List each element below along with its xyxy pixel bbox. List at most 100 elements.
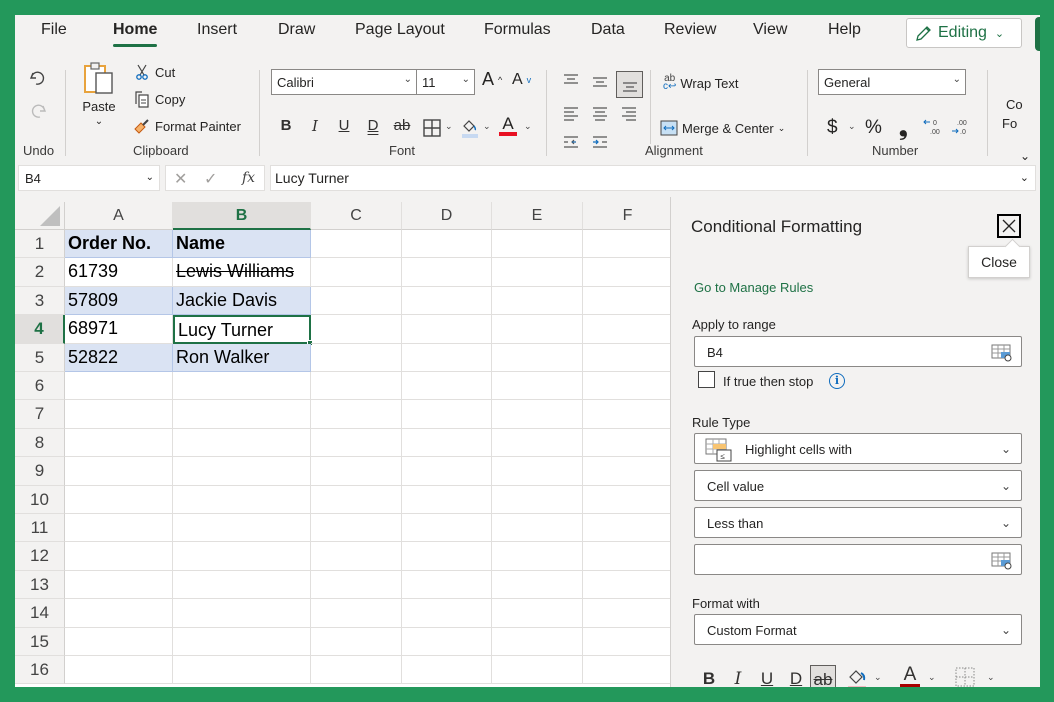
cell-d9[interactable] [402, 457, 492, 486]
row-header-10[interactable]: 10 [15, 485, 65, 514]
cell-b12[interactable] [173, 542, 311, 571]
undo-icon[interactable] [28, 68, 48, 88]
format-with-dropdown[interactable]: Custom Format ⌄ [694, 614, 1022, 645]
cell-a16[interactable] [65, 656, 173, 685]
cell-a9[interactable] [65, 457, 173, 486]
cell-e7[interactable] [492, 400, 583, 429]
editing-mode-button[interactable]: Editing ⌄ [906, 18, 1022, 48]
apply-to-range-input[interactable]: B4 [694, 336, 1022, 367]
chevron-down-icon[interactable]: ⌄ [874, 672, 882, 683]
row-header-11[interactable]: 11 [15, 514, 65, 543]
chevron-down-icon[interactable]: ⌄ [445, 121, 453, 132]
cell-b2[interactable]: Lewis Williams [173, 258, 311, 287]
cell-e10[interactable] [492, 485, 583, 514]
cell-c1[interactable] [311, 230, 402, 259]
cell-f2[interactable] [583, 258, 670, 287]
column-header-b[interactable]: B [173, 202, 311, 230]
format-underline-button[interactable]: U [754, 665, 780, 687]
row-header-7[interactable]: 7 [15, 400, 65, 429]
currency-button[interactable]: $ [827, 117, 838, 139]
rule-value-input[interactable] [694, 544, 1022, 575]
fill-color-icon[interactable] [461, 117, 479, 139]
cell-b8[interactable] [173, 428, 311, 458]
double-underline-button[interactable]: D [362, 117, 384, 134]
decrease-decimal-button[interactable]: .00.0 [951, 118, 973, 136]
wrap-text-button[interactable]: ab c↩ Wrap Text [663, 74, 738, 92]
underline-button[interactable]: U [333, 117, 355, 134]
merge-center-button[interactable]: Merge & Center ⌄ [660, 120, 785, 136]
range-picker-icon[interactable] [991, 552, 1013, 570]
increase-indent-icon[interactable] [592, 135, 608, 149]
cell-c11[interactable] [311, 514, 402, 543]
range-picker-icon[interactable] [991, 344, 1013, 362]
column-header-d[interactable]: D [402, 202, 492, 230]
cell-c14[interactable] [311, 599, 402, 628]
row-header-16[interactable]: 16 [15, 656, 65, 685]
cell-d5[interactable] [402, 343, 492, 372]
chevron-down-icon[interactable]: ⌄ [483, 121, 491, 132]
tab-file[interactable]: File [41, 21, 67, 39]
chevron-down-icon[interactable]: ⌄ [524, 121, 532, 132]
cell-d12[interactable] [402, 542, 492, 571]
cell-f13[interactable] [583, 571, 670, 600]
cell-b13[interactable] [173, 570, 311, 600]
format-as-table-partial-label[interactable]: Fo [1002, 116, 1017, 131]
bold-button[interactable]: B [275, 117, 297, 134]
cell-b16[interactable] [173, 656, 311, 685]
cell-f9[interactable] [583, 457, 670, 486]
cell-e3[interactable] [492, 286, 583, 316]
increase-decimal-button[interactable]: 0.00 [923, 118, 945, 136]
name-box[interactable]: B4 ⌄ [18, 165, 160, 191]
align-top-icon[interactable] [563, 73, 579, 87]
manage-rules-link[interactable]: Go to Manage Rules [694, 280, 813, 295]
cell-b3[interactable]: Jackie Davis [173, 286, 311, 316]
tab-page-layout[interactable]: Page Layout [355, 21, 445, 39]
cell-b10[interactable] [173, 485, 311, 514]
cell-a5[interactable]: 52822 [65, 343, 173, 372]
tab-home[interactable]: Home [113, 21, 158, 47]
cell-b14[interactable] [173, 599, 311, 628]
cell-a4[interactable]: 68971 [65, 315, 173, 344]
operator-dropdown[interactable]: Less than ⌄ [694, 507, 1022, 538]
cell-e5[interactable] [492, 343, 583, 372]
format-painter-button[interactable]: Format Painter [133, 117, 241, 135]
row-header-5[interactable]: 5 [15, 343, 65, 372]
format-double-underline-button[interactable]: D [783, 665, 809, 687]
row-header-1[interactable]: 1 [15, 230, 65, 259]
cell-e1[interactable] [492, 230, 583, 259]
redo-icon[interactable] [28, 101, 48, 121]
expand-formula-bar-icon[interactable]: ⌄ [1020, 171, 1029, 184]
column-header-f[interactable]: F [583, 202, 670, 230]
column-header-e[interactable]: E [492, 202, 583, 230]
format-strikethrough-button[interactable]: ab [810, 665, 836, 687]
cell-f10[interactable] [583, 486, 670, 514]
insert-function-icon[interactable]: fx [242, 170, 255, 186]
row-header-9[interactable]: 9 [15, 457, 65, 486]
font-size-combo[interactable]: 11 ⌄ [416, 69, 475, 95]
align-middle-icon[interactable] [592, 75, 608, 89]
cell-c5[interactable] [311, 343, 402, 372]
close-pane-button[interactable] [997, 214, 1021, 238]
number-format-combo[interactable]: General ⌄ [818, 69, 966, 95]
cell-d11[interactable] [402, 514, 492, 543]
row-header-14[interactable]: 14 [15, 599, 65, 628]
column-header-a[interactable]: A [65, 202, 173, 230]
cell-b5[interactable]: Ron Walker [173, 343, 311, 372]
font-name-combo[interactable]: Calibri ⌄ [271, 69, 417, 95]
chevron-down-icon[interactable]: ⌄ [848, 121, 856, 132]
cell-f5[interactable] [583, 344, 670, 372]
cell-f4[interactable] [583, 315, 670, 344]
copy-button[interactable]: Copy [133, 90, 185, 108]
cell-d13[interactable] [402, 570, 492, 600]
cell-c15[interactable] [311, 627, 402, 656]
cell-c12[interactable] [311, 542, 402, 571]
decrease-font-size-button[interactable]: Av [512, 71, 531, 89]
cell-b15[interactable] [173, 627, 311, 656]
format-fill-color-icon[interactable] [847, 667, 867, 687]
increase-font-size-button[interactable]: A ^ [482, 69, 502, 90]
tab-formulas[interactable]: Formulas [484, 21, 551, 39]
cell-a11[interactable] [65, 514, 173, 543]
cell-a8[interactable] [65, 428, 173, 458]
format-borders-icon[interactable] [955, 667, 975, 687]
cell-c2[interactable] [311, 258, 402, 287]
